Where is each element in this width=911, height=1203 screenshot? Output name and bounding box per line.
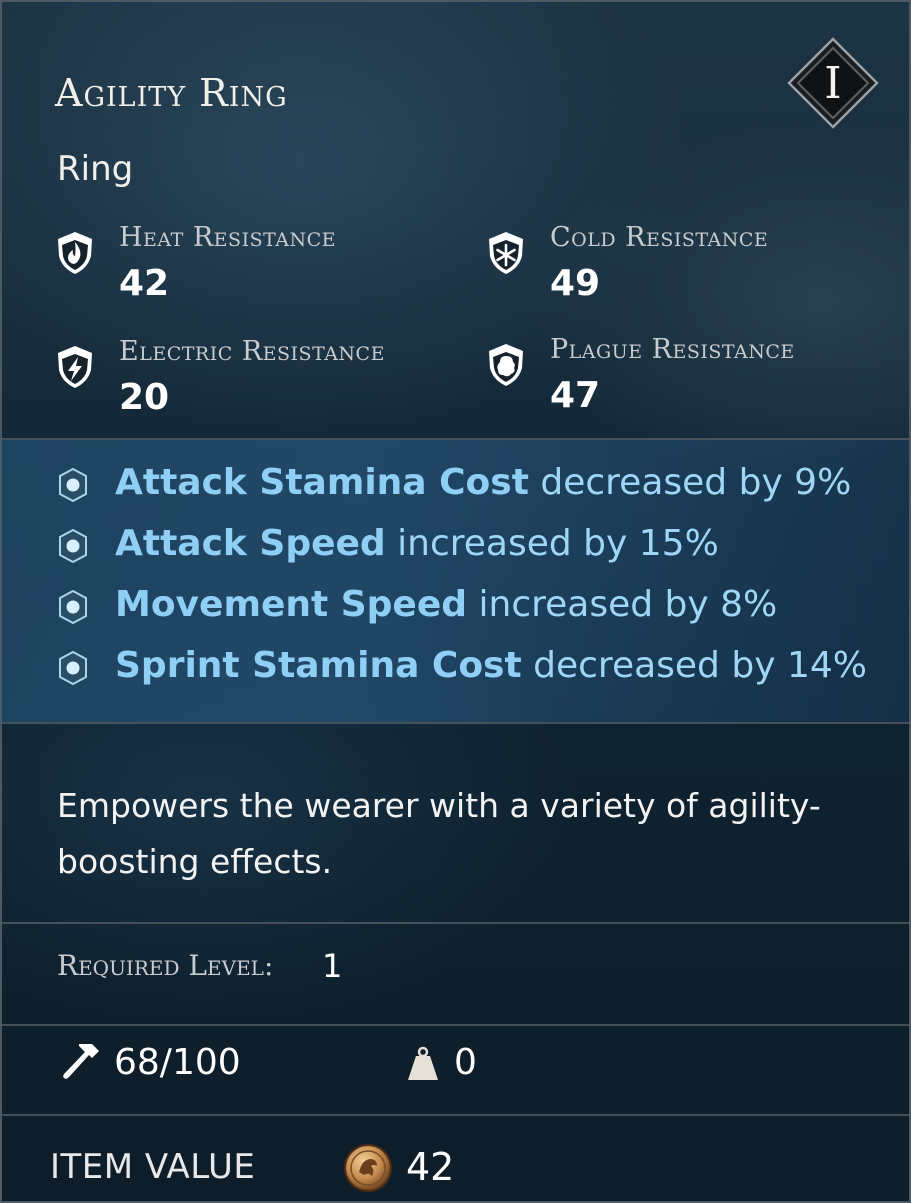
divider [2,1114,909,1116]
perk-effect: decreased by 14% [533,645,867,686]
stat-value: 49 [550,263,601,304]
perk-gem-icon [59,529,87,563]
perk-effect: increased by 15% [397,523,719,564]
perk-gem-icon [59,590,87,624]
cold-resistance-icon [489,232,523,274]
divider [2,722,909,724]
required-level-label: Required Level: [57,949,274,982]
stat-value: 20 [119,377,170,418]
weight-value: 0 [454,1042,477,1083]
item-tooltip: Agility Ring Ring I Heat Resistance 42 C… [0,0,911,1203]
plague-resistance-icon [489,344,523,386]
heat-resistance-icon [58,232,92,274]
electric-resistance-icon [58,346,92,388]
stat-label: Cold Resistance [550,222,769,253]
stat-label: Electric Resistance [119,336,385,367]
perk-name: Movement Speed [115,584,468,625]
perk-effect: decreased by 9% [540,462,852,503]
tier-badge: I [787,37,879,129]
weight-icon [408,1046,438,1080]
coin-icon [344,1144,392,1192]
perk-name: Sprint Stamina Cost [115,645,522,686]
required-level-value: 1 [322,947,343,985]
stat-value: 47 [550,375,601,416]
item-type: Ring [57,149,134,189]
stat-label: Plague Resistance [550,334,795,365]
item-value-amount: 42 [406,1145,455,1189]
perk-effect: increased by 8% [478,584,778,625]
durability-value: 68/100 [114,1042,241,1083]
perk-gem-icon [59,651,87,685]
tier-numeral: I [824,57,842,109]
perk-gem-icon [59,468,87,502]
perk-name: Attack Speed [115,523,386,564]
stat-value: 42 [119,263,170,304]
item-value-label: ITEM VALUE [50,1147,256,1187]
item-name: Agility Ring [55,71,288,115]
divider [2,922,909,924]
divider [2,1024,909,1026]
stat-label: Heat Resistance [119,222,336,253]
hammer-icon [63,1044,99,1079]
perk-name: Attack Stamina Cost [115,462,529,503]
item-description: Empowers the wearer with a variety of ag… [57,786,821,881]
